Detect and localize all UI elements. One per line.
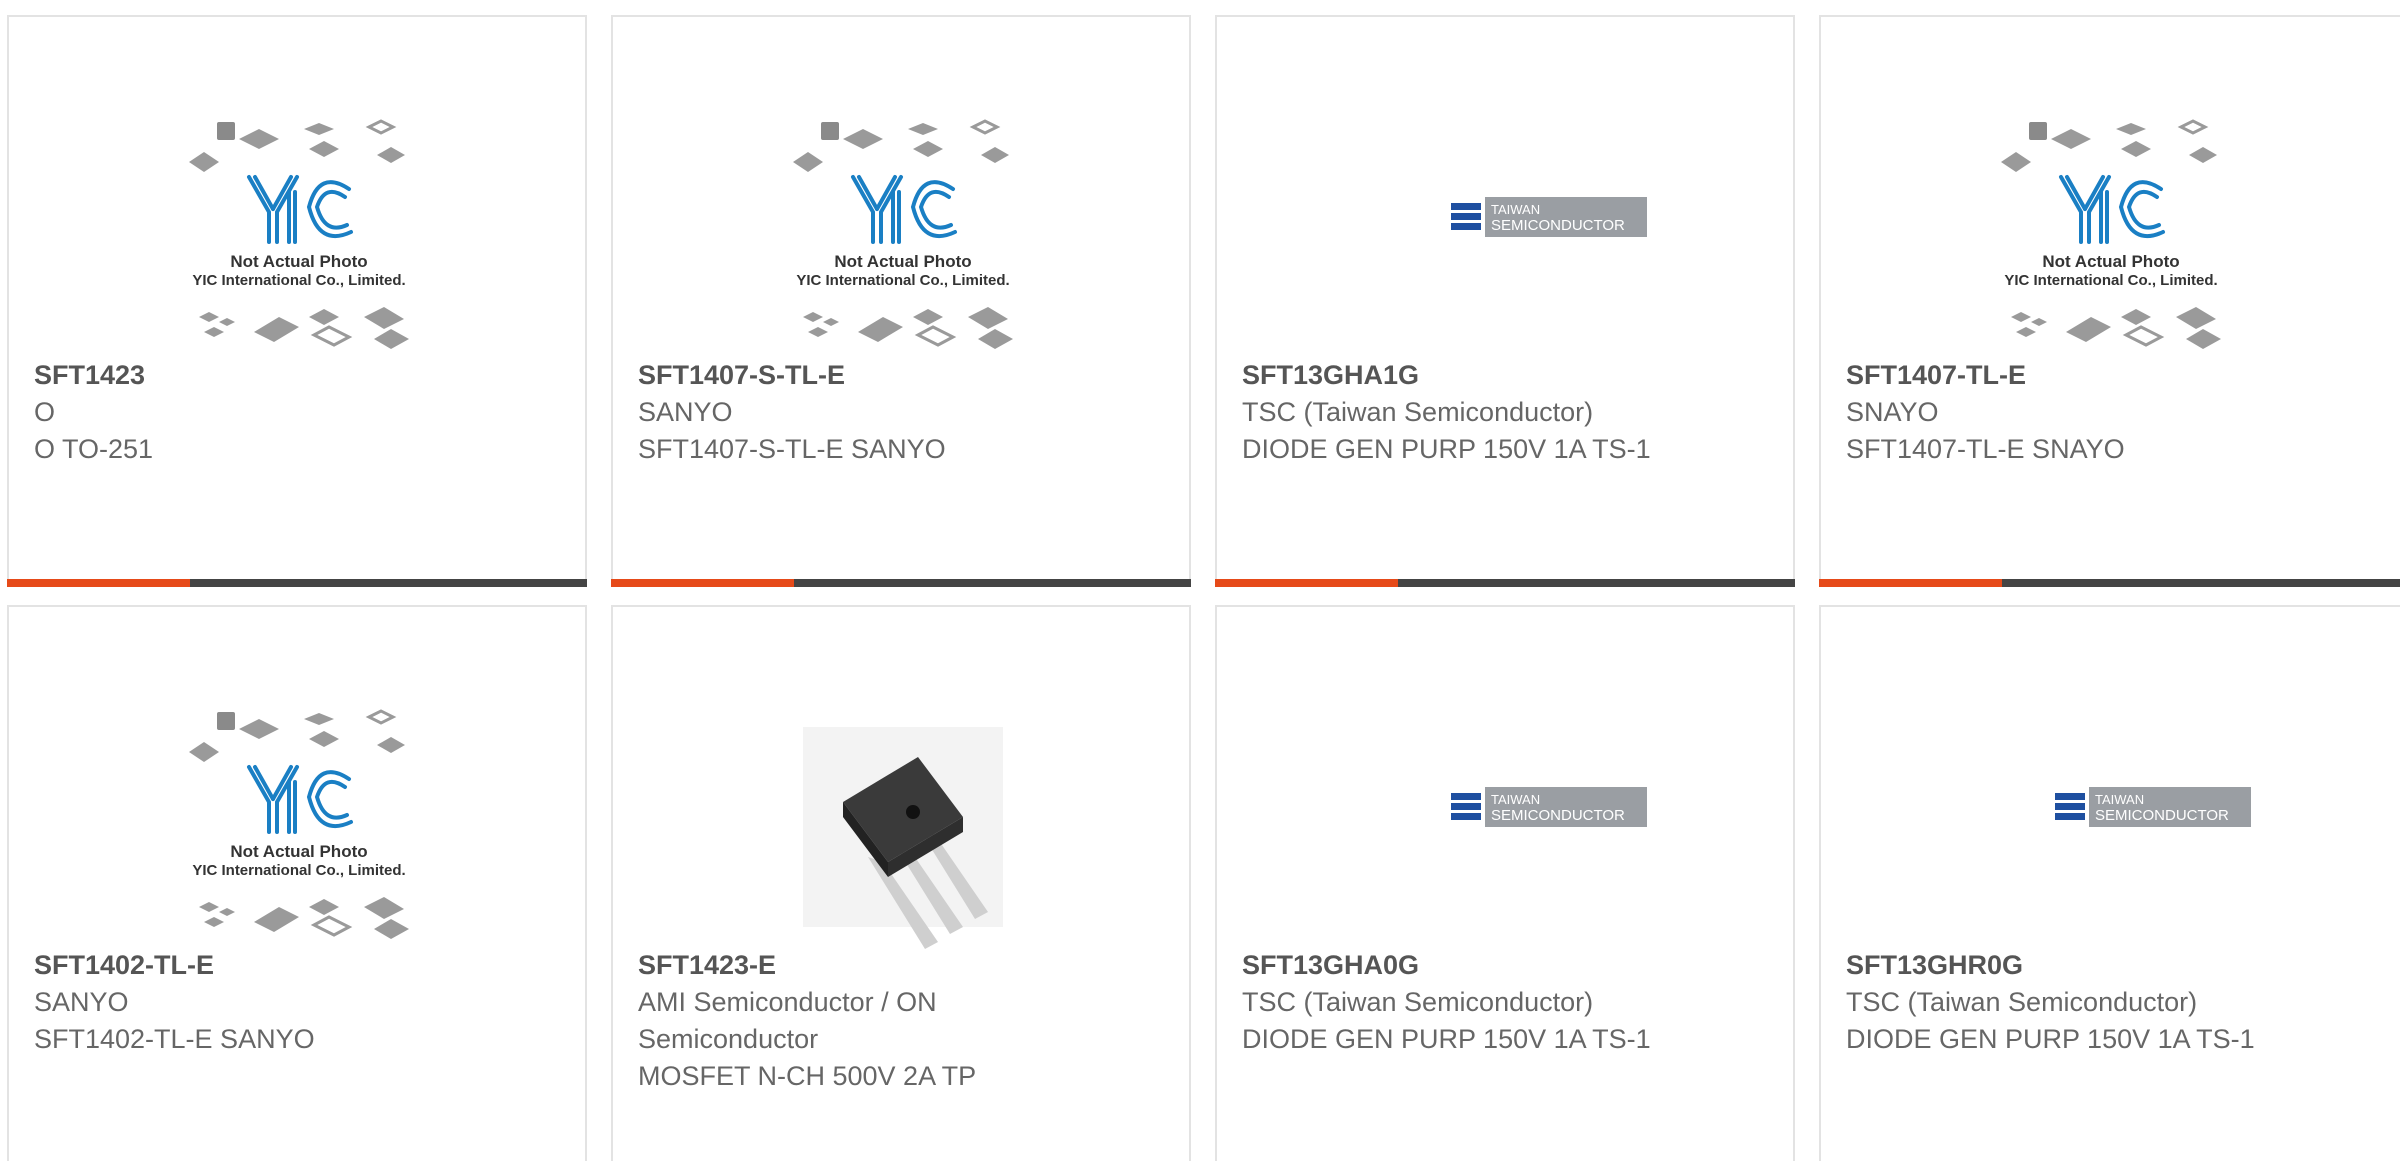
- product-image[interactable]: [763, 687, 1043, 959]
- part-number[interactable]: SFT1407-S-TL-E: [638, 357, 1068, 394]
- card-bottom-bar: [611, 579, 1191, 587]
- manufacturer: SANYO: [638, 397, 733, 427]
- card-bottom-accent: [1819, 579, 2002, 587]
- product-card[interactable]: SFT1423-E AMI Semiconductor / ON Semicon…: [611, 605, 1191, 1161]
- part-number[interactable]: SFT13GHA1G: [1242, 357, 1672, 394]
- description: O TO-251: [34, 434, 154, 464]
- manufacturer: TSC (Taiwan Semiconductor): [1846, 987, 2198, 1017]
- product-card[interactable]: SFT13GHA1G TSC (Taiwan Semiconductor) DI…: [1215, 15, 1795, 587]
- manufacturer: SANYO: [34, 987, 129, 1017]
- card-bottom-bar: [1819, 579, 2400, 587]
- product-card[interactable]: SFT1407-S-TL-E SANYO SFT1407-S-TL-E SANY…: [611, 15, 1191, 587]
- product-grid: SFT1423 O O TO-251 SFT1407-S-TL-E SANYO …: [0, 0, 2400, 1161]
- product-image[interactable]: [763, 97, 1043, 369]
- part-number[interactable]: SFT1423: [34, 357, 464, 394]
- product-card[interactable]: SFT1402-TL-E SANYO SFT1402-TL-E SANYO: [7, 605, 587, 1161]
- product-image[interactable]: [159, 97, 439, 369]
- product-image[interactable]: [159, 687, 439, 959]
- part-number[interactable]: SFT13GHR0G: [1846, 947, 2276, 984]
- part-number[interactable]: SFT1407-TL-E: [1846, 357, 2276, 394]
- card-bottom-accent: [611, 579, 794, 587]
- description: DIODE GEN PURP 150V 1A TS-1: [1846, 1024, 2255, 1054]
- product-image[interactable]: [1971, 687, 2251, 959]
- product-card[interactable]: SFT1423 O O TO-251: [7, 15, 587, 587]
- product-image[interactable]: [1367, 97, 1647, 369]
- part-number[interactable]: SFT13GHA0G: [1242, 947, 1672, 984]
- manufacturer: TSC (Taiwan Semiconductor): [1242, 397, 1594, 427]
- card-bottom-bar: [1215, 579, 1795, 587]
- product-image[interactable]: [1367, 687, 1647, 959]
- product-card[interactable]: SFT1407-TL-E SNAYO SFT1407-TL-E SNAYO: [1819, 15, 2400, 587]
- card-bottom-accent: [7, 579, 190, 587]
- description: SFT1407-S-TL-E SANYO: [638, 434, 946, 464]
- description: SFT1402-TL-E SANYO: [34, 1024, 315, 1054]
- product-card[interactable]: SFT13GHR0G TSC (Taiwan Semiconductor) DI…: [1819, 605, 2400, 1161]
- card-bottom-bar: [7, 579, 587, 587]
- manufacturer: SNAYO: [1846, 397, 1939, 427]
- product-card[interactable]: SFT13GHA0G TSC (Taiwan Semiconductor) DI…: [1215, 605, 1795, 1161]
- description: MOSFET N-CH 500V 2A TP: [638, 1061, 977, 1091]
- part-number[interactable]: SFT1402-TL-E: [34, 947, 464, 984]
- description: DIODE GEN PURP 150V 1A TS-1: [1242, 1024, 1651, 1054]
- product-image[interactable]: [1971, 97, 2251, 369]
- card-bottom-accent: [1215, 579, 1398, 587]
- manufacturer: TSC (Taiwan Semiconductor): [1242, 987, 1594, 1017]
- description: DIODE GEN PURP 150V 1A TS-1: [1242, 434, 1651, 464]
- description: SFT1407-TL-E SNAYO: [1846, 434, 2125, 464]
- manufacturer: AMI Semiconductor / ON Semiconductor: [638, 987, 937, 1054]
- manufacturer: O: [34, 397, 56, 427]
- part-number[interactable]: SFT1423-E: [638, 947, 1068, 984]
